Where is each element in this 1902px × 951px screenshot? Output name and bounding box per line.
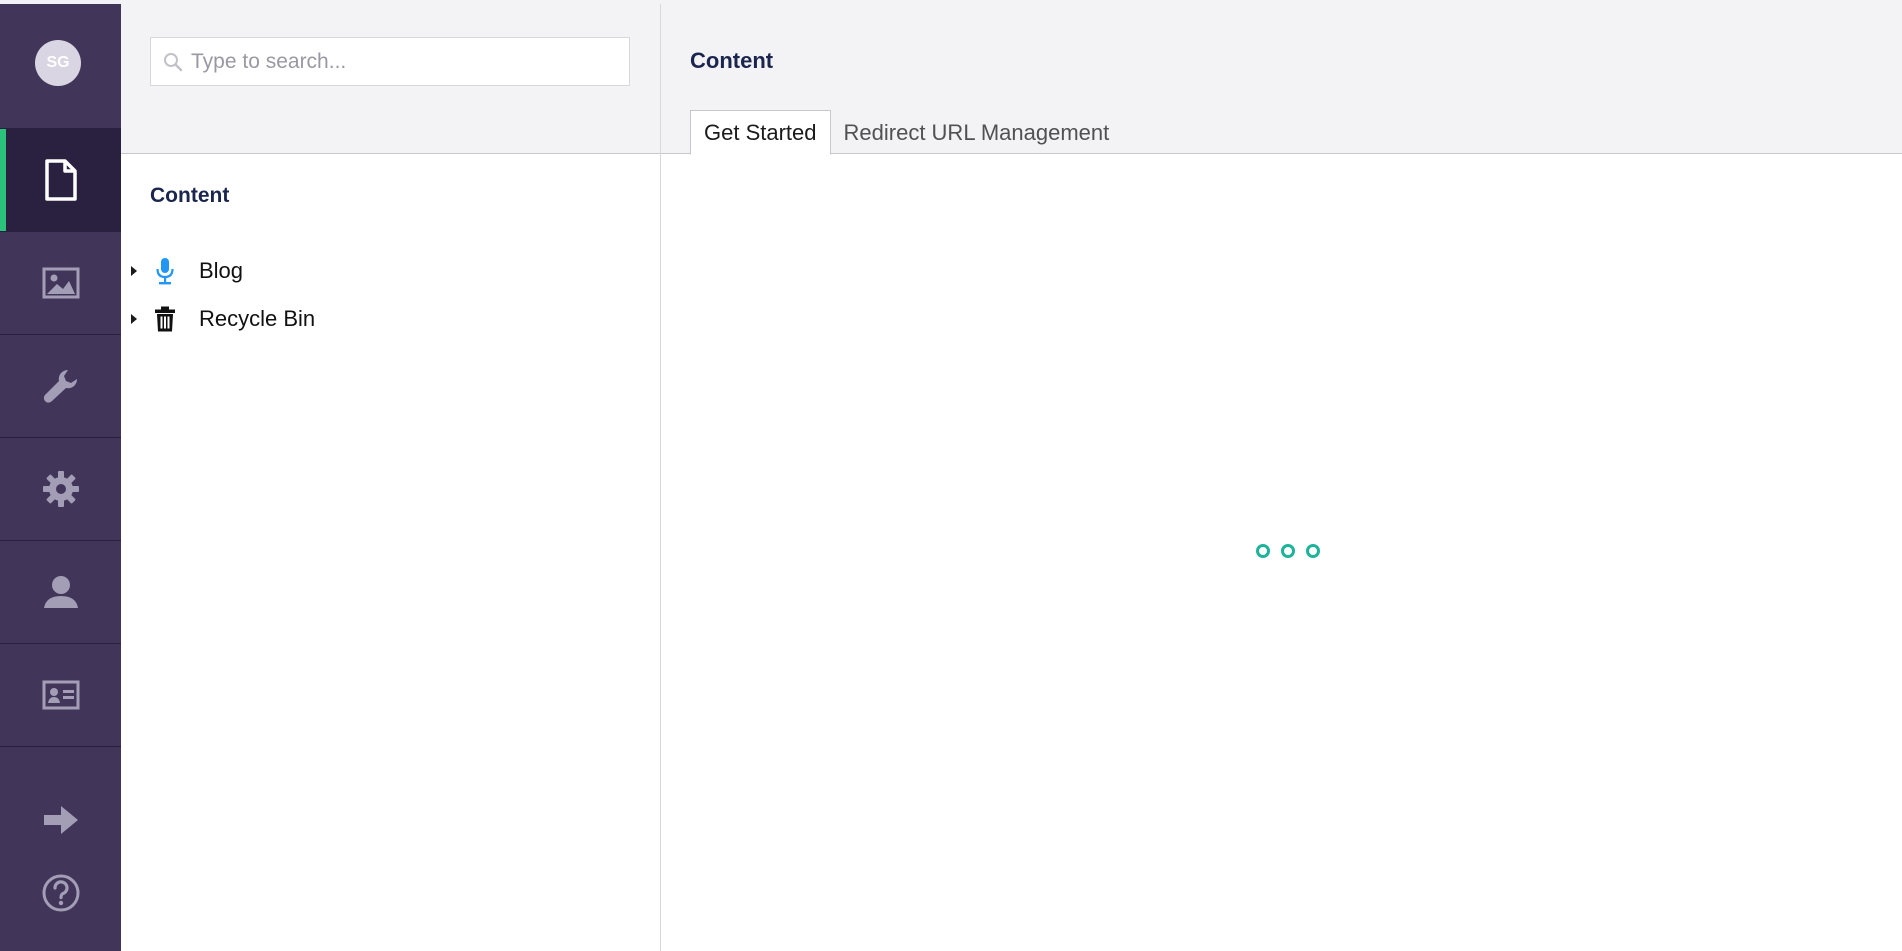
avatar[interactable]: SG: [35, 40, 81, 86]
section-developer[interactable]: [0, 437, 121, 540]
wrench-icon: [42, 367, 80, 405]
tree-title: Content: [150, 184, 230, 207]
tab-bar: Get Started Redirect URL Management: [690, 110, 1122, 155]
expand-caret-icon[interactable]: [131, 314, 137, 324]
rail-divider: [0, 746, 121, 747]
section-content[interactable]: [0, 128, 121, 231]
trash-icon: [153, 306, 177, 332]
microphone-icon: [153, 257, 177, 285]
arrow-right-icon: [42, 804, 80, 841]
section-users[interactable]: [0, 540, 121, 643]
tree-node-label: Recycle Bin: [199, 306, 316, 331]
tree-header: [121, 4, 660, 154]
gear-icon: [41, 469, 81, 509]
search-box[interactable]: [150, 37, 630, 86]
section-media[interactable]: [0, 231, 121, 334]
tab-get-started[interactable]: Get Started: [690, 110, 831, 155]
search-input[interactable]: [189, 38, 619, 85]
id-card-icon: [42, 680, 80, 710]
editor-header: Content Get Started Redirect URL Managem…: [661, 4, 1902, 155]
section-settings[interactable]: [0, 334, 121, 437]
tree-node-label: Blog: [199, 258, 244, 283]
loader-dot: [1306, 544, 1320, 558]
logout-button[interactable]: [0, 792, 121, 852]
sections-rail: SG: [0, 4, 121, 951]
tree-node-blog[interactable]: Blog: [129, 251, 649, 291]
page-title: Content: [690, 48, 774, 73]
loading-indicator: [1256, 544, 1320, 558]
tree-panel: Content Blog: [121, 4, 661, 951]
app-window: SG Type to search... Content Blog Recycl…: [0, 0, 1902, 951]
main-editor: Content Get Started Redirect URL Managem…: [661, 4, 1902, 951]
user-icon: [42, 574, 80, 610]
loader-dot: [1281, 544, 1295, 558]
image-icon: [42, 267, 80, 299]
document-icon: [44, 159, 78, 201]
loader-dot: [1256, 544, 1270, 558]
search-icon: [163, 52, 183, 77]
help-icon: [41, 873, 81, 918]
expand-caret-icon[interactable]: [131, 266, 137, 276]
help-button[interactable]: [0, 865, 121, 925]
tab-redirect-url-management[interactable]: Redirect URL Management: [831, 110, 1123, 155]
tree-node-recycle-bin[interactable]: Recycle Bin: [129, 299, 649, 339]
section-members[interactable]: [0, 643, 121, 746]
